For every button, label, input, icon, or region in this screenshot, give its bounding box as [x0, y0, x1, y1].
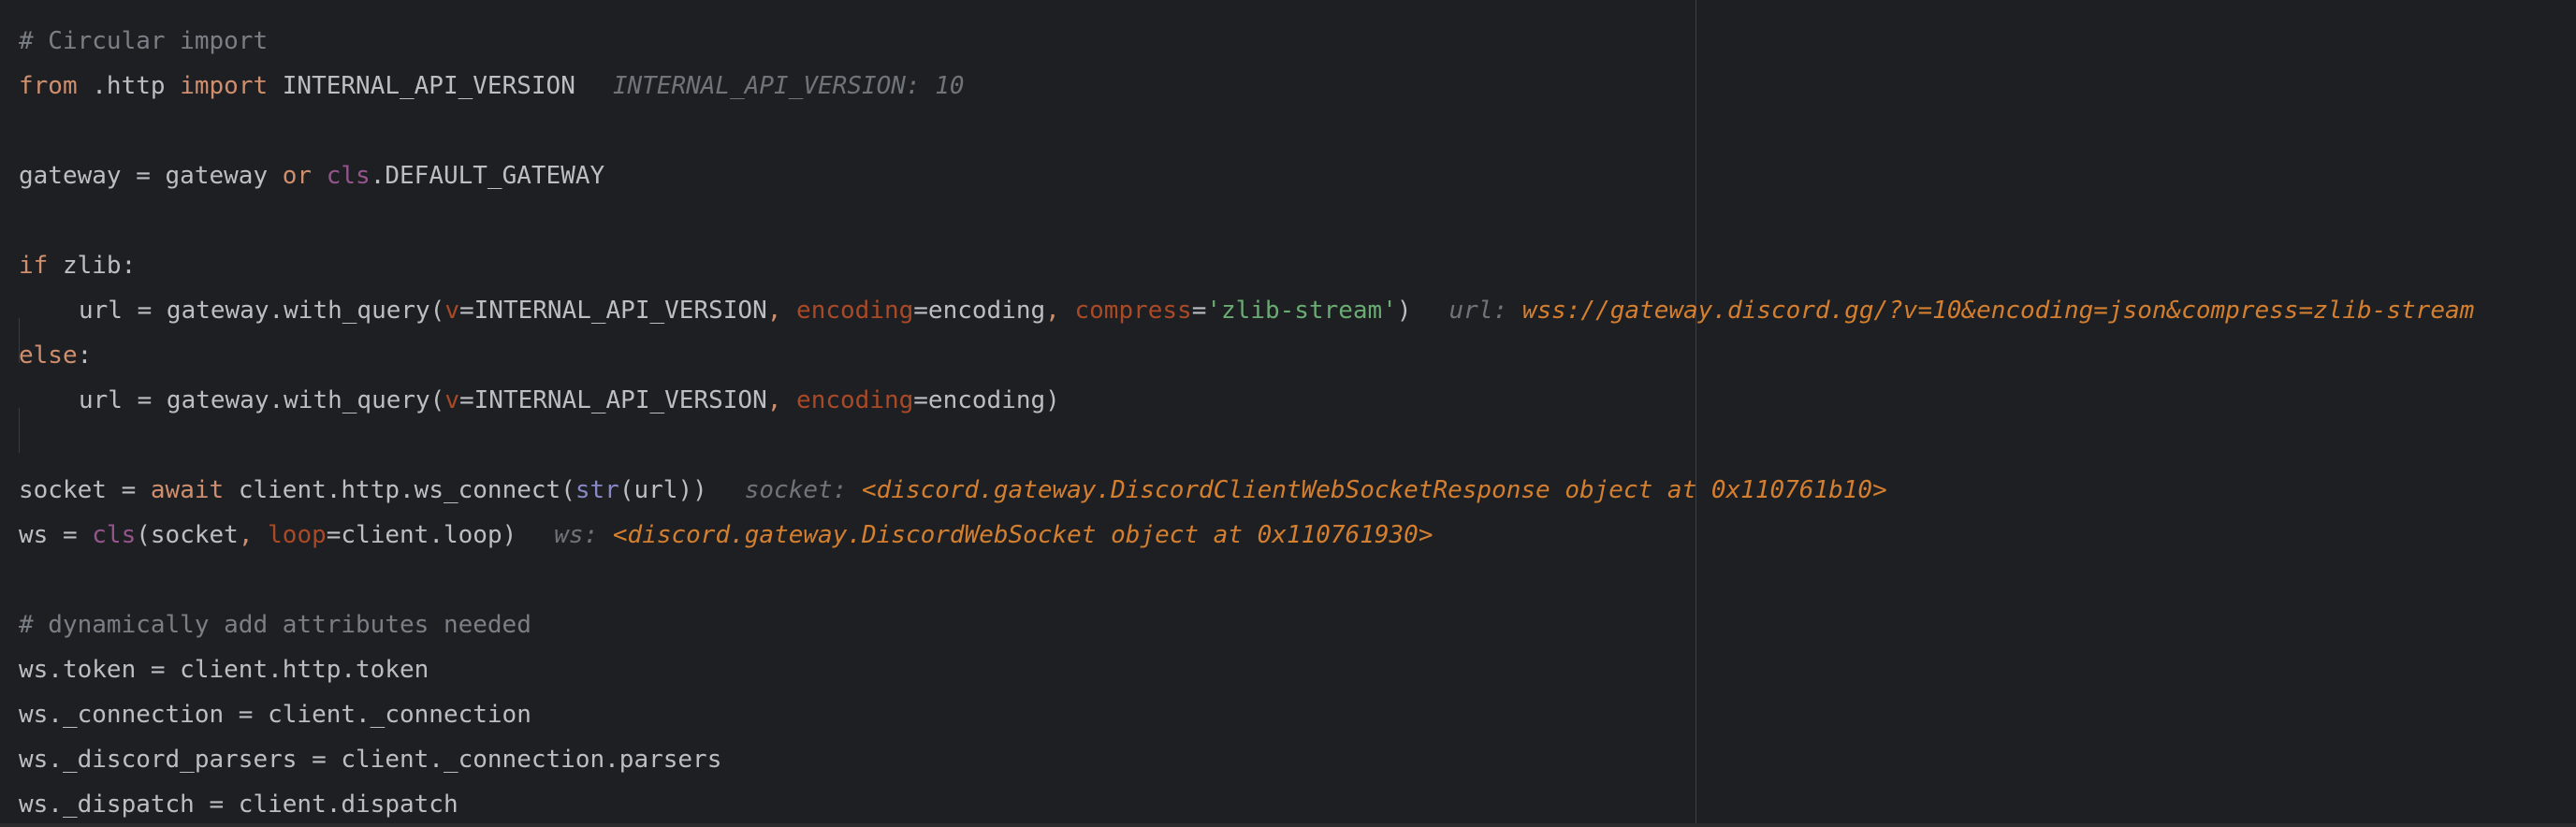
code-line-15[interactable]: ws.token = client.http.token — [19, 647, 2576, 692]
keyword-or: or — [282, 162, 313, 190]
code-line-16[interactable]: ws._connection = client._connection — [19, 692, 2576, 737]
param-loop: loop — [268, 521, 327, 549]
code-line-7[interactable]: url = gateway.with_query(v=INTERNAL_API_… — [19, 288, 2576, 363]
code-text: url = gateway.with_query( — [79, 386, 445, 414]
param-v: v — [444, 297, 459, 325]
code-line-18[interactable]: ws._dispatch = client.dispatch — [19, 782, 2576, 827]
code-text: ws.token = client.http.token — [19, 656, 429, 684]
code-line-13[interactable] — [19, 558, 2576, 602]
code-text: ) — [1396, 297, 1412, 325]
code-line-9[interactable]: url = gateway.with_query(v=INTERNAL_API_… — [19, 378, 2576, 453]
code-text: ws._connection = client._connection — [19, 701, 531, 729]
keyword-from: from — [19, 72, 78, 100]
code-line-1[interactable]: # Circular import — [19, 19, 2576, 64]
code-line-17[interactable]: ws._discord_parsers = client._connection… — [19, 737, 2576, 782]
code-text: (url)) — [619, 476, 707, 504]
string-literal: 'zlib-stream' — [1206, 297, 1397, 325]
module-name: .http — [77, 72, 181, 100]
code-editor[interactable]: # Circular import from .http import INTE… — [0, 0, 2576, 823]
code-line-12[interactable]: ws = cls(socket, loop=client.loop) ws: <d… — [19, 513, 2576, 558]
code-text: = — [1191, 297, 1207, 325]
cls-reference: cls — [92, 521, 137, 549]
inlay-hint-value: <discord.gateway.DiscordWebSocket object… — [612, 521, 1434, 549]
code-text: =encoding — [913, 297, 1046, 325]
code-text: =encoding) — [913, 386, 1060, 414]
comma: , — [766, 297, 797, 325]
code-line-4[interactable]: gateway = gateway or cls.DEFAULT_GATEWAY — [19, 153, 2576, 198]
code-line-3[interactable] — [19, 109, 2576, 153]
keyword-import: import — [180, 72, 269, 100]
code-line-6[interactable]: if zlib: — [19, 243, 2576, 288]
inlay-hint: INTERNAL_API_VERSION: 10 — [612, 72, 965, 100]
inlay-hint-label: socket: — [744, 476, 862, 504]
param-compress: compress — [1074, 297, 1192, 325]
code-text: ws = — [19, 521, 93, 549]
comma: , — [238, 521, 269, 549]
comma: , — [766, 386, 797, 414]
code-text: (socket — [136, 521, 239, 549]
inlay-hint-value: wss://gateway.discord.gg/?v=10&encoding=… — [1521, 297, 2475, 325]
code-text: client.http.ws_connect( — [224, 476, 575, 504]
code-line-10[interactable] — [19, 423, 2576, 468]
code-text: =INTERNAL_API_VERSION — [459, 386, 767, 414]
keyword-else: else — [19, 341, 78, 370]
inlay-hint-value: <discord.gateway.DiscordClientWebSocketR… — [861, 476, 1887, 504]
code-line-11[interactable]: socket = await client.http.ws_connect(st… — [19, 468, 2576, 513]
code-area[interactable]: # Circular import from .http import INTE… — [19, 19, 2576, 827]
imported-name: INTERNAL_API_VERSION — [268, 72, 575, 100]
comment: # dynamically add attributes needed — [19, 611, 531, 639]
builtin-str: str — [575, 476, 619, 504]
code-text: gateway = gateway — [19, 162, 283, 190]
code-line-14[interactable]: # dynamically add attributes needed — [19, 602, 2576, 647]
param-encoding: encoding — [796, 297, 914, 325]
inlay-hint-label: ws: — [554, 521, 613, 549]
code-line-5[interactable] — [19, 198, 2576, 243]
code-line-8[interactable]: else: — [19, 333, 2576, 378]
keyword-await: await — [150, 476, 225, 504]
cls-reference: cls — [326, 162, 371, 190]
code-text: =INTERNAL_API_VERSION — [459, 297, 767, 325]
code-text: : — [77, 341, 93, 370]
comma: , — [1045, 297, 1075, 325]
code-text: zlib: — [48, 252, 137, 280]
param-v: v — [444, 386, 459, 414]
code-text: =client.loop) — [326, 521, 517, 549]
code-line-2[interactable]: from .http import INTERNAL_API_VERSION IN… — [19, 64, 2576, 109]
code-text: socket = — [19, 476, 151, 504]
code-text: ws._dispatch = client.dispatch — [19, 791, 458, 819]
inlay-hint-label: url: — [1448, 297, 1522, 325]
code-text: ws._discord_parsers = client._connection… — [19, 746, 722, 774]
code-text: .DEFAULT_GATEWAY — [370, 162, 605, 190]
param-encoding: encoding — [796, 386, 914, 414]
code-text: url = gateway.with_query( — [79, 297, 445, 325]
keyword-if: if — [19, 252, 49, 280]
comment: # Circular import — [19, 27, 269, 55]
